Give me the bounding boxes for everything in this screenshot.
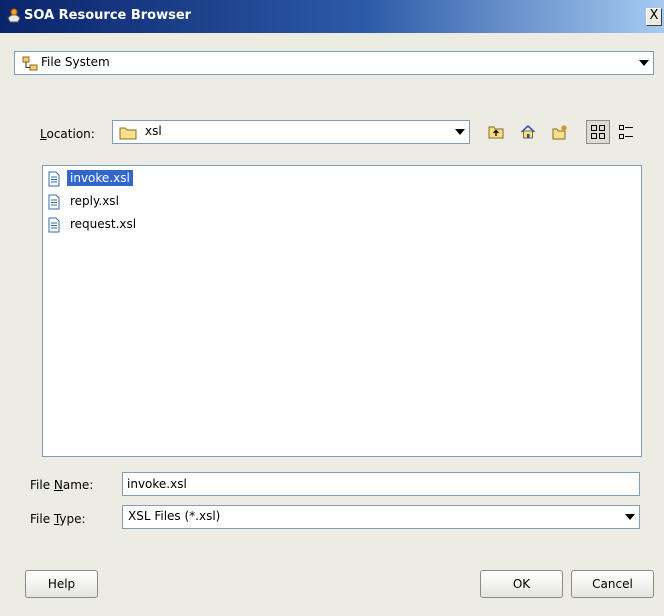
file-type-field-label: File Type: bbox=[30, 512, 86, 526]
help-button[interactable]: Help bbox=[25, 570, 98, 598]
file-type-dropdown[interactable]: XSL Files (*.xsl) bbox=[122, 505, 640, 529]
ok-button[interactable]: OK bbox=[480, 570, 563, 598]
file-name-input[interactable] bbox=[123, 473, 639, 495]
home-icon bbox=[520, 124, 536, 139]
folder-icon bbox=[119, 127, 137, 140]
file-name-label: invoke.xsl bbox=[67, 170, 133, 186]
document-icon bbox=[48, 217, 60, 233]
file-item-request[interactable]: request.xsl bbox=[46, 215, 246, 235]
file-system-icon bbox=[22, 56, 38, 71]
list-view-icon bbox=[619, 125, 633, 139]
file-item-invoke[interactable]: invoke.xsl bbox=[46, 169, 246, 189]
chevron-down-icon bbox=[455, 129, 465, 135]
cancel-button[interactable]: Cancel bbox=[571, 570, 654, 598]
new-folder-icon bbox=[552, 125, 567, 140]
file-name-field[interactable] bbox=[122, 472, 640, 496]
source-selector-value: File System bbox=[41, 55, 110, 69]
file-name-label: reply.xsl bbox=[70, 194, 119, 208]
file-name-field-label: File Name: bbox=[30, 478, 94, 492]
soa-app-icon bbox=[7, 8, 21, 23]
file-name-label: request.xsl bbox=[70, 217, 137, 231]
document-icon bbox=[48, 171, 60, 187]
new-folder-button[interactable] bbox=[548, 120, 572, 144]
icon-view-button[interactable] bbox=[586, 120, 610, 144]
source-selector[interactable]: File System bbox=[14, 51, 654, 75]
home-button[interactable] bbox=[516, 120, 540, 144]
chevron-down-icon bbox=[625, 514, 635, 520]
file-list[interactable]: invoke.xsl reply.xsl request.xsl bbox=[42, 165, 642, 457]
location-label: Location: bbox=[40, 127, 95, 141]
file-item-reply[interactable]: reply.xsl bbox=[46, 192, 246, 212]
icon-view-icon bbox=[591, 125, 605, 139]
list-view-button[interactable] bbox=[614, 120, 638, 144]
up-folder-button[interactable] bbox=[484, 120, 508, 144]
window-title: SOA Resource Browser bbox=[24, 8, 192, 23]
location-dropdown[interactable]: xsl bbox=[112, 120, 470, 144]
file-type-value: XSL Files (*.xsl) bbox=[128, 509, 221, 523]
title-bar: SOA Resource Browser X bbox=[0, 0, 664, 33]
location-value: xsl bbox=[145, 124, 162, 138]
up-folder-icon bbox=[488, 126, 504, 139]
close-button[interactable]: X bbox=[646, 8, 662, 26]
chevron-down-icon bbox=[639, 60, 649, 66]
document-icon bbox=[48, 194, 60, 210]
